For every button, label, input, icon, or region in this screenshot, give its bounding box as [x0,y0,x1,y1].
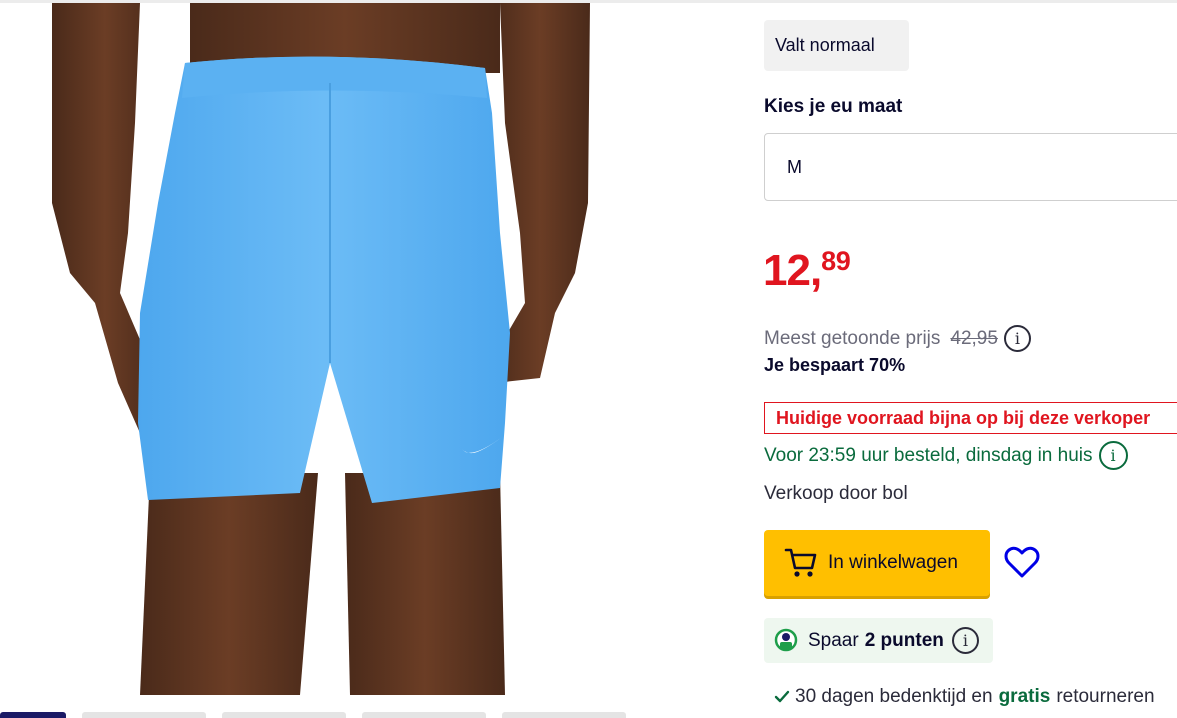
info-icon[interactable]: i [1098,441,1128,470]
returns-text-end: retourneren [1056,686,1155,707]
check-icon [774,690,790,704]
product-photo [52,3,590,695]
thumbnail-strip [0,712,740,718]
size-label: Kies je eu maat [764,96,903,117]
points-amount: 2 punten [864,629,944,651]
cart-icon [784,547,818,579]
price-integer: 12, [763,246,822,295]
returns-info: 30 dagen bedenktijd en gratis retournere… [774,686,1155,708]
delivery-text: Voor 23:59 uur besteld, dinsdag in huis [764,444,1093,466]
reference-price-label: Meest getoonde prijs [764,327,941,349]
fit-badge: Valt normaal [764,20,909,71]
points-icon [774,628,798,654]
thumbnail[interactable] [502,712,626,718]
add-to-cart-button[interactable]: In winkelwagen [764,530,990,596]
thumbnail[interactable] [362,712,486,718]
thumbnail[interactable] [222,712,346,718]
returns-text: 30 dagen bedenktijd en [795,686,993,707]
product-image[interactable] [0,3,740,695]
reference-price-row: Meest getoonde prijs 42,95 i [764,325,1031,352]
size-select-value: M [787,157,802,177]
stock-warning: Huidige voorraad bijna op bij deze verko… [764,402,1177,434]
thumbnail-active[interactable] [0,712,66,718]
add-to-cart-label: In winkelwagen [828,552,958,573]
size-select[interactable]: M [764,133,1177,201]
price: 12,89 [763,246,851,296]
thumbnail[interactable] [82,712,206,718]
reference-price-value: 42,95 [950,327,998,349]
info-icon[interactable]: i [951,627,979,654]
points-badge: Spaar 2 punten i [764,618,993,663]
delivery-info: Voor 23:59 uur besteld, dinsdag in huis … [764,441,1128,470]
points-prefix: Spaar [808,629,859,651]
info-icon[interactable]: i [1003,325,1031,352]
returns-free: gratis [998,686,1051,707]
price-fraction: 89 [821,246,851,276]
seller-text: Verkoop door bol [764,483,908,504]
savings-text: Je bespaart 70% [764,355,906,375]
heart-icon[interactable] [1004,546,1040,585]
